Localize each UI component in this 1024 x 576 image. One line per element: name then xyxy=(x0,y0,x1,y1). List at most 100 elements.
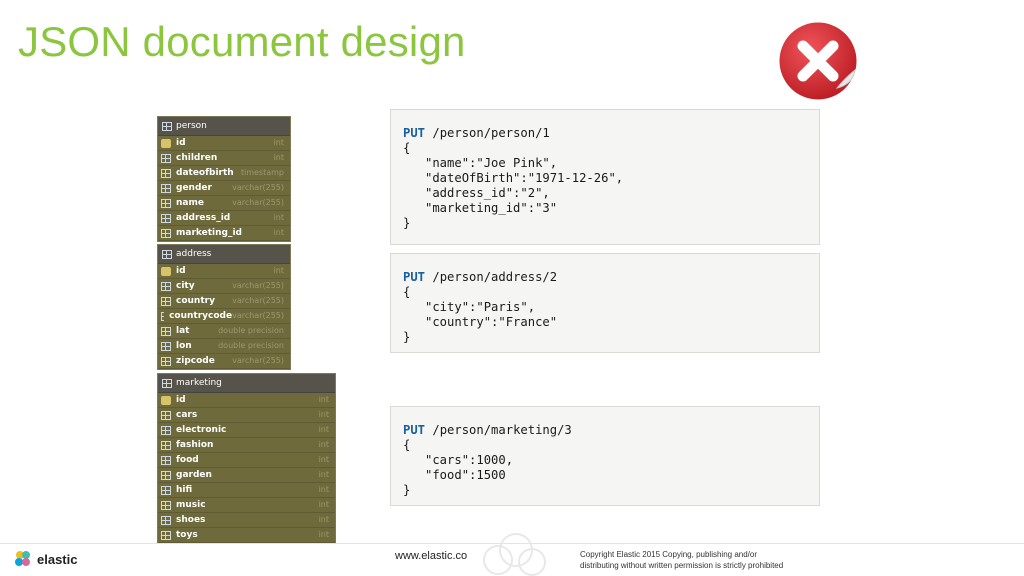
footer-copyright: Copyright Elastic 2015 Copying, publishi… xyxy=(580,549,800,571)
db-table-header: person xyxy=(158,117,290,136)
request-path: /person/marketing/3 xyxy=(425,423,572,437)
column-name: city xyxy=(176,281,195,291)
table-row: cars int xyxy=(158,408,335,423)
db-table-marketing: marketing id int cars int electronic int fashi… xyxy=(157,373,336,544)
column-icon xyxy=(161,500,171,510)
table-name: marketing xyxy=(176,378,222,388)
column-name: country xyxy=(176,296,215,306)
column-type: varchar(255) xyxy=(232,183,284,192)
column-icon xyxy=(161,281,171,291)
column-name: fashion xyxy=(176,440,214,450)
column-icon xyxy=(161,455,171,465)
elastic-logo: elastic xyxy=(14,550,77,568)
code-line: } xyxy=(403,330,411,344)
column-icon xyxy=(161,485,171,495)
column-type: int xyxy=(318,455,329,464)
column-icon xyxy=(161,296,171,306)
http-method: PUT xyxy=(403,126,426,140)
column-icon xyxy=(161,470,171,480)
slide-title: JSON document design xyxy=(18,18,466,65)
column-type: varchar(255) xyxy=(232,198,284,207)
primary-key-icon xyxy=(161,395,171,405)
column-name: address_id xyxy=(176,213,231,223)
table-row: countrycode varchar(255) xyxy=(158,309,290,324)
table-row: zipcode varchar(255) xyxy=(158,354,290,369)
column-icon xyxy=(161,425,171,435)
table-row: address_id int xyxy=(158,211,290,226)
column-type: timestamp xyxy=(240,168,284,177)
column-icon xyxy=(161,168,171,178)
table-row: id int xyxy=(158,264,290,279)
code-line: "dateOfBirth":"1971-12-26", xyxy=(403,171,624,185)
code-line: } xyxy=(403,216,411,230)
column-type: double precision xyxy=(218,326,284,335)
db-table-person: person id int children int dateofbirth timest… xyxy=(157,116,291,242)
table-row: lon double precision xyxy=(158,339,290,354)
column-name: countrycode xyxy=(169,311,233,321)
code-line: "cars":1000, xyxy=(403,453,514,467)
footer-url: www.elastic.co xyxy=(395,550,468,562)
column-icon xyxy=(161,356,171,366)
db-table-header: marketing xyxy=(158,374,335,393)
column-icon xyxy=(161,326,171,336)
code-request-line: PUT /person/marketing/3 xyxy=(403,423,807,438)
table-row: city varchar(255) xyxy=(158,279,290,294)
column-name: garden xyxy=(176,470,212,480)
column-type: int xyxy=(318,425,329,434)
column-name: marketing_id xyxy=(176,228,243,238)
table-row: gender varchar(255) xyxy=(158,181,290,196)
column-type: int xyxy=(318,410,329,419)
code-line: { xyxy=(403,285,411,299)
code-line: { xyxy=(403,438,411,452)
column-name: id xyxy=(176,395,186,405)
table-row: lat double precision xyxy=(158,324,290,339)
table-row: dateofbirth timestamp xyxy=(158,166,290,181)
column-icon xyxy=(161,440,171,450)
table-name: person xyxy=(176,121,207,131)
column-type: int xyxy=(318,500,329,509)
column-icon xyxy=(161,198,171,208)
code-request-line: PUT /person/address/2 xyxy=(403,270,807,285)
http-method: PUT xyxy=(403,423,426,437)
code-line: "name":"Joe Pink", xyxy=(403,156,558,170)
column-type: int xyxy=(318,395,329,404)
table-row: music int xyxy=(158,498,335,513)
code-line: "address_id":"2", xyxy=(403,186,550,200)
db-table-header: address xyxy=(158,245,290,264)
column-type: double precision xyxy=(218,341,284,350)
code-line: { xyxy=(403,141,411,155)
column-type: int xyxy=(318,530,329,539)
table-row: id int xyxy=(158,393,335,408)
table-row: fashion int xyxy=(158,438,335,453)
code-line: } xyxy=(403,483,411,497)
column-name: dateofbirth xyxy=(176,168,234,178)
column-icon xyxy=(161,153,171,163)
column-icon xyxy=(161,530,171,540)
column-name: cars xyxy=(176,410,198,420)
code-line: "country":"France" xyxy=(403,315,558,329)
code-line: "city":"Paris", xyxy=(403,300,536,314)
table-row: electronic int xyxy=(158,423,335,438)
table-name: address xyxy=(176,249,212,259)
table-icon xyxy=(162,378,172,388)
column-name: id xyxy=(176,138,186,148)
column-name: lon xyxy=(176,341,192,351)
column-icon xyxy=(161,410,171,420)
column-name: music xyxy=(176,500,206,510)
column-name: food xyxy=(176,455,199,465)
copyright-line-2: distributing without written permission … xyxy=(580,561,784,570)
column-name: lat xyxy=(176,326,190,336)
column-name: zipcode xyxy=(176,356,215,366)
column-type: int xyxy=(273,153,284,162)
code-block-marketing: PUT /person/marketing/3{ "cars":1000, "f… xyxy=(390,406,820,506)
logo-text: elastic xyxy=(37,551,78,567)
table-row: food int xyxy=(158,453,335,468)
column-type: int xyxy=(318,515,329,524)
code-line: "marketing_id":"3" xyxy=(403,201,558,215)
column-type: int xyxy=(318,440,329,449)
table-row: country varchar(255) xyxy=(158,294,290,309)
column-name: toys xyxy=(176,530,198,540)
code-line: "food":1500 xyxy=(403,468,506,482)
table-row: id int xyxy=(158,136,290,151)
column-icon xyxy=(161,515,171,525)
